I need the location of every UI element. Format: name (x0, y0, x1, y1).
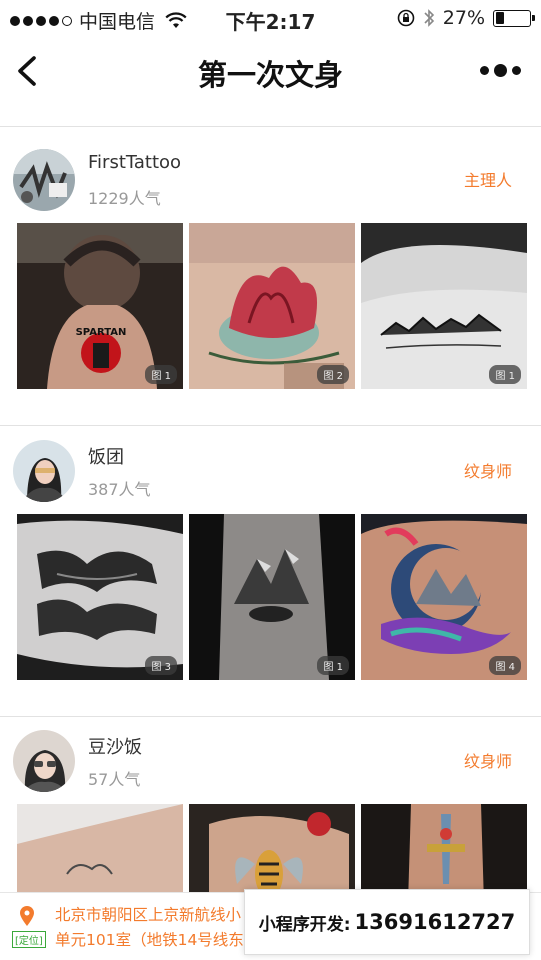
tattoo-photo[interactable]: 图 3 (17, 514, 183, 680)
location-pin-icon[interactable] (12, 905, 42, 927)
artist-popularity: 57人气 (88, 770, 141, 789)
battery-percent: 27% (442, 7, 485, 29)
promo-label: 小程序开发: (258, 914, 351, 935)
orientation-lock-icon (397, 9, 415, 27)
artist-card[interactable]: 饭团 387人气 纹身师 图 3 图 1 图 4 (0, 418, 541, 716)
photo-count-badge: 图 1 (489, 365, 521, 384)
artist-role: 纹身师 (463, 462, 512, 481)
tattoo-photo[interactable]: SPARTAN 图 1 (17, 223, 183, 389)
artist-popularity: 1229人气 (88, 189, 161, 208)
avatar[interactable] (13, 149, 75, 211)
artist-role: 主理人 (463, 171, 512, 190)
promo-phone: 13691612727 (354, 910, 516, 934)
artist-name: 饭团 (88, 447, 124, 468)
artist-popularity: 387人气 (88, 480, 151, 499)
photo-count-badge: 图 1 (317, 656, 349, 675)
bluetooth-icon (424, 9, 434, 27)
shop-address[interactable]: 北京市朝阳区上京新航线小 单元101室（地铁14号线东 (55, 903, 245, 953)
address-line: 单元101室（地铁14号线东 (55, 931, 244, 949)
tattoo-photo[interactable] (189, 804, 355, 892)
artist-card[interactable]: 豆沙饭 57人气 纹身师 (0, 708, 541, 892)
tattoo-photo[interactable]: 图 2 (189, 223, 355, 389)
footer-bar: [定位] 北京市朝阳区上京新航线小 单元101室（地铁14号线东 小程序开发: … (0, 889, 541, 960)
tattoo-photo[interactable]: 图 4 (361, 514, 527, 680)
tattoo-photo[interactable] (361, 804, 527, 892)
battery-icon (493, 9, 535, 27)
address-line: 北京市朝阳区上京新航线小 (55, 906, 242, 924)
avatar[interactable] (13, 440, 75, 502)
page-title: 第一次文身 (197, 58, 343, 92)
artist-name: FirstTattoo (88, 152, 182, 173)
photo-count-badge: 图 3 (145, 656, 177, 675)
artist-card[interactable]: FirstTattoo 1229人气 主理人 SPARTAN 图 1 图 2 图… (0, 127, 541, 425)
photo-count-badge: 图 2 (317, 365, 349, 384)
promo-banner[interactable]: 小程序开发: 13691612727 (244, 889, 530, 955)
artist-name: 豆沙饭 (88, 737, 142, 758)
status-bar: 中国电信 下午2:17 27% (0, 0, 541, 36)
svg-text:SPARTAN: SPARTAN (76, 327, 127, 338)
tattoo-photo[interactable] (17, 804, 183, 892)
location-label[interactable]: [定位] (12, 931, 46, 948)
nav-bar: 第一次文身 (0, 36, 541, 106)
photo-count-badge: 图 4 (489, 656, 521, 675)
avatar[interactable] (13, 730, 75, 792)
more-options-icon[interactable] (480, 64, 521, 77)
tattoo-photo[interactable]: 图 1 (361, 223, 527, 389)
tattoo-photo[interactable]: 图 1 (189, 514, 355, 680)
photo-count-badge: 图 1 (145, 365, 177, 384)
artist-role: 纹身师 (463, 752, 512, 771)
